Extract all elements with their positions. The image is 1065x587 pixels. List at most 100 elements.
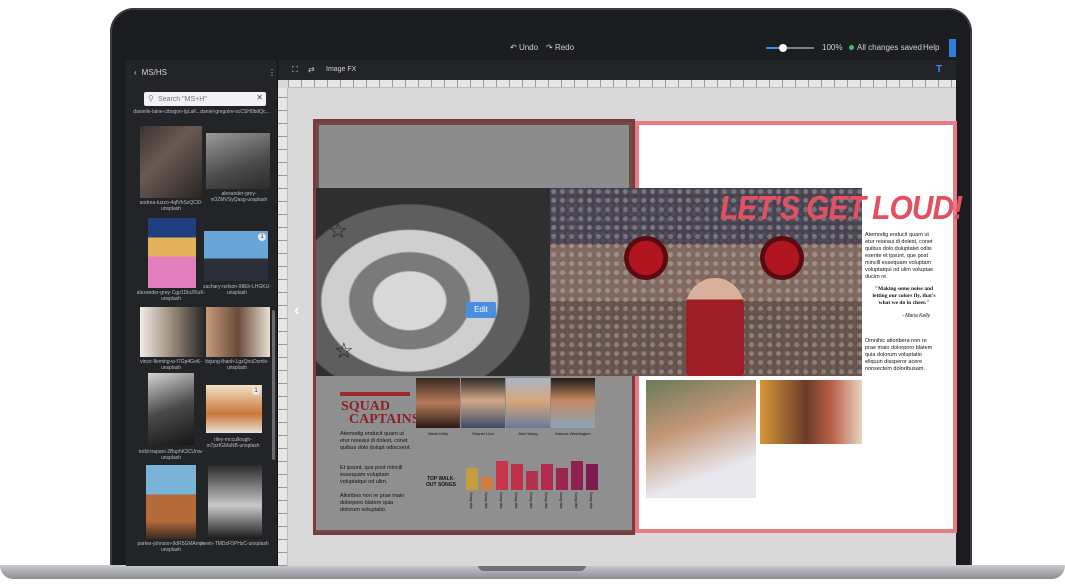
thumbnail-image[interactable] (206, 133, 270, 189)
chart-bar (466, 467, 478, 490)
usage-count-badge: 1 (252, 387, 260, 395)
right-body-text: Atemodig enducit quam ut etur reseaui di… (865, 232, 934, 280)
chevron-left-icon: ‹ (134, 68, 137, 77)
thumbnail-caption: daniel-gregoire-scCSH0bdQc... (200, 109, 270, 115)
chart-bar-label: Song title (499, 492, 504, 509)
captain-name: Maria Kelly (428, 431, 448, 436)
captain-portrait[interactable] (416, 378, 460, 428)
zoom-slider[interactable] (766, 44, 814, 52)
horizontal-ruler (288, 80, 956, 88)
star-icon: ☆ (328, 218, 348, 243)
image-sidebar: ‹ MS/HS ⋮ ⚲ ✕ danielle-laine-cibogon-IgLa… (126, 60, 278, 566)
thumbnail-image[interactable] (140, 307, 204, 357)
redo-button[interactable]: ↷ Redo (546, 43, 574, 52)
thumbnail-caption: itsjung-thanh-LgzQnuDxmlx-unsplash (205, 359, 269, 371)
captain-name: Marcus Washington (555, 431, 591, 436)
cheerleader-figure (686, 278, 744, 376)
chart-title: TOP WALK-OUT SONGS (426, 476, 457, 488)
thumbnail-caption: kevin-TMDzF5PHzC-unsplash (201, 541, 269, 547)
chart-bar-label: Song title (559, 492, 564, 509)
chart-bar (511, 464, 523, 490)
help-link[interactable]: Help (923, 43, 939, 52)
saved-status-icon (849, 45, 854, 50)
chart-bar (481, 477, 493, 490)
panel-toggle[interactable] (949, 39, 956, 57)
thumbnail-image[interactable] (148, 373, 194, 445)
right-body-text: Omnihic atioribera non re prae maio dolo… (865, 338, 933, 372)
zoom-level: 100% (822, 43, 843, 52)
text-tool-icon[interactable]: T (936, 64, 942, 75)
chart-bar (526, 470, 538, 490)
captains-title-bar (340, 392, 410, 396)
vertical-ruler (278, 88, 288, 566)
search-box: ⚲ ✕ (144, 92, 266, 106)
thumbnail-caption: danielle-laine-cibogon-IgLaK... (133, 109, 201, 115)
thumbnail-image[interactable] (140, 126, 202, 198)
undo-label: Undo (518, 43, 539, 52)
edit-button[interactable]: Edit (466, 302, 496, 318)
captains-title: SQUAD CAPTAINS (341, 400, 420, 427)
pom-pom (624, 236, 668, 280)
thumbnail-caption: vince-fleming-w-f7Gp4GoK-unsplash (140, 359, 202, 371)
cheerleader-closeup-photo[interactable] (646, 380, 756, 498)
undo-button[interactable]: ↶ Undo (510, 43, 538, 52)
undo-icon: ↶ (510, 43, 517, 52)
thumbnail-caption: andrea-tuzzo-4qfVhSzQCl0-unsplash (139, 200, 203, 212)
captain-portrait[interactable] (461, 378, 505, 428)
thumbnail-image[interactable] (146, 465, 196, 539)
thumbnail-caption: todd-trapani-2BuphK3CUnw-unsplash (138, 449, 204, 461)
headline[interactable]: LET'S GET LOUD! (720, 190, 963, 227)
chart-bar (586, 464, 598, 490)
sidebar-header[interactable]: ‹ MS/HS (134, 68, 167, 77)
star-icon: ☆ (334, 338, 354, 363)
captain-name: Rayner Lind (472, 431, 494, 436)
thumbnail-caption: parker-johnson-9dR5GMAmp-unsplash (137, 541, 205, 553)
chart-bar-label: Song title (589, 492, 594, 509)
chart-bar (496, 461, 508, 490)
chart-bar (541, 464, 553, 490)
search-input[interactable] (158, 94, 248, 104)
chart-bar-label: Song title (469, 492, 474, 509)
thumbnail-caption: riley-mccullough-m7pzfGMaNB-unsplash (206, 437, 260, 449)
thumbnail-caption: zachary-nelson-98Elr-LHGKU-unsplash (203, 284, 271, 296)
chart-bar-label: Song title (574, 492, 579, 509)
pull-quote: "Making some noise and letting our color… (872, 286, 936, 306)
huddle-photo[interactable]: ☆ ☆ (316, 188, 550, 376)
thumbnail-caption: alexander-grey-Cgp1DloZKuK-unsplash (136, 290, 206, 302)
friends-laughing-photo[interactable] (760, 380, 862, 444)
thumbnail-image[interactable] (206, 307, 270, 357)
chart-bar-label: Song title (514, 492, 519, 509)
captains-title-line: CAPTAINS (349, 412, 420, 427)
captain-portrait[interactable] (551, 378, 595, 428)
chart-bar-label: Song title (544, 492, 549, 509)
redo-icon: ↷ (546, 43, 553, 52)
clear-search-icon[interactable]: ✕ (256, 93, 263, 102)
chart-bar-label: Song title (484, 492, 489, 509)
chevron-left-icon[interactable]: ‹ (294, 302, 299, 320)
sidebar-scrollbar[interactable] (272, 310, 275, 460)
quote-attribution: - Maria Kelly (902, 313, 930, 319)
redo-label: Redo (554, 43, 575, 52)
zoom-slider-handle[interactable] (778, 44, 787, 52)
top-bar: ↶ Undo ↷ Redo 100% All changes saved Hel… (126, 36, 956, 60)
more-icon[interactable]: ⋮ (268, 68, 276, 77)
image-fx-button[interactable]: Image FX (326, 66, 356, 73)
editor-toolbar: ⛶ ⇄ Image FX T (278, 60, 956, 80)
chart-bar (556, 467, 568, 490)
sidebar-title: MS/HS (141, 68, 168, 77)
pom-pom (760, 236, 804, 280)
usage-count-badge: 1 (258, 233, 266, 241)
captains-body: Alioribes non re prae maio dolorporo bla… (340, 493, 405, 513)
thumbnail-image[interactable] (148, 218, 196, 288)
captain-name: Alex Wang (518, 431, 538, 436)
save-status: All changes saved (857, 43, 922, 52)
flip-icon[interactable]: ⇄ (308, 65, 315, 74)
search-icon: ⚲ (148, 94, 154, 103)
chart-bar-label: Song title (529, 492, 534, 509)
crop-icon[interactable]: ⛶ (292, 65, 298, 75)
captains-body: Atemodig enducit quam ut etur reseaui di… (340, 431, 411, 451)
thumbnail-image[interactable] (208, 465, 262, 539)
chart-bar (571, 461, 583, 490)
captain-portrait[interactable] (506, 378, 550, 428)
captains-body: Et ipsunt, que post mincill essequam vol… (340, 465, 403, 485)
